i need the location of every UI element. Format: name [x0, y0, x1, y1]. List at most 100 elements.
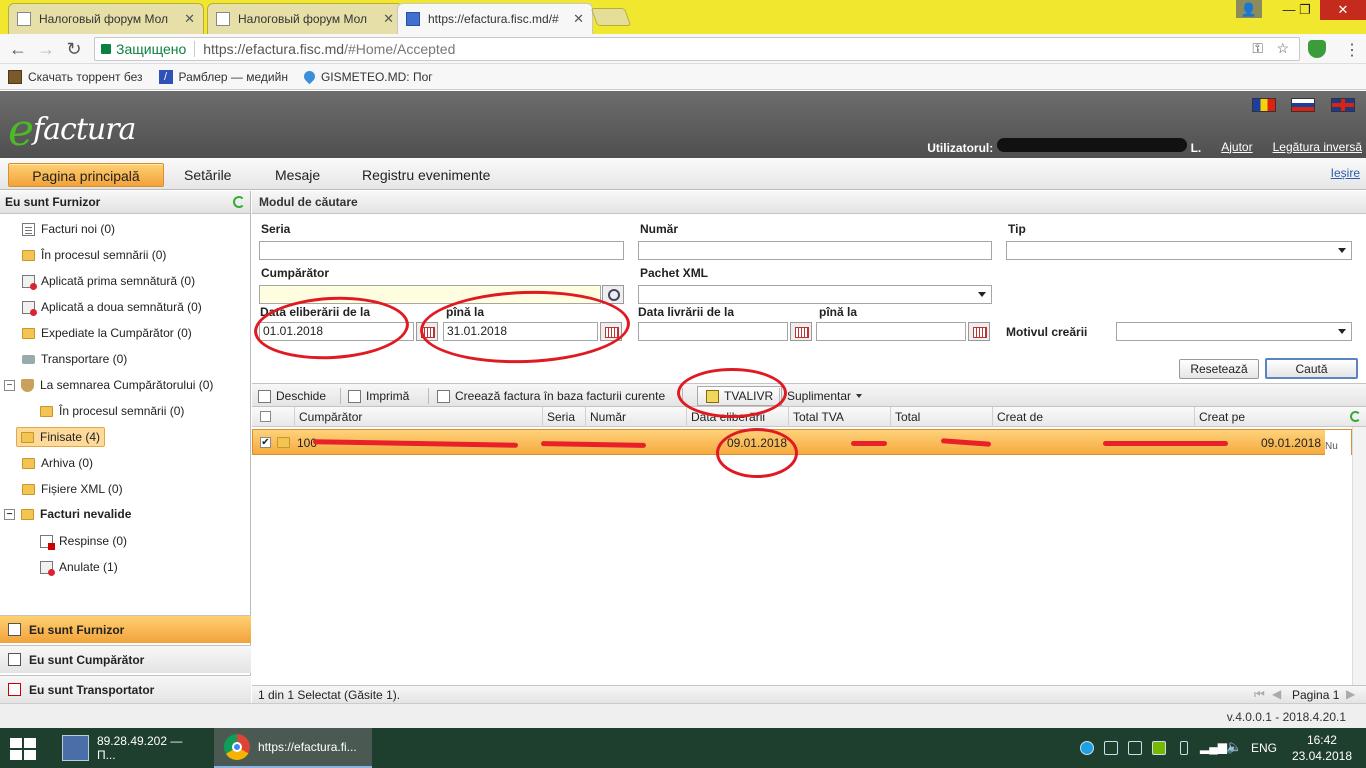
column-header-buyer[interactable]: Cumpărător: [294, 407, 544, 427]
column-header-total-vat[interactable]: Total TVA: [788, 407, 891, 427]
moldova-flag-icon[interactable]: [1252, 98, 1276, 112]
first-page-icon[interactable]: ⏮: [1254, 686, 1265, 703]
signal-icon[interactable]: ▂▄▆: [1200, 740, 1227, 754]
collapse-toggle[interactable]: −: [4, 379, 15, 391]
seria-input[interactable]: [259, 241, 624, 260]
refresh-icon[interactable]: [1350, 411, 1361, 422]
create-based-button[interactable]: Creează factura în baza facturii curente: [437, 387, 665, 405]
back-icon[interactable]: ←: [8, 39, 28, 59]
uk-flag-icon[interactable]: [1331, 98, 1355, 112]
browser-tab-1[interactable]: Налоговый форум Мол ✕: [8, 3, 204, 34]
nvidia-icon[interactable]: [1152, 741, 1166, 755]
new-tab-button[interactable]: [590, 8, 632, 26]
language-indicator[interactable]: ENG: [1251, 741, 1277, 755]
reason-select[interactable]: [1116, 322, 1352, 341]
delivery-date-from-label: Data livrării de la: [638, 305, 735, 319]
chrome-icon: [224, 734, 250, 760]
prev-page-icon[interactable]: ◀: [1272, 686, 1281, 703]
menu-messages[interactable]: Mesaje: [261, 163, 334, 187]
russia-flag-icon[interactable]: [1291, 98, 1315, 112]
menu-settings[interactable]: Setările: [170, 163, 245, 187]
accordion-transporter[interactable]: Eu sunt Transportator: [0, 675, 251, 703]
logout-link[interactable]: Ieșire: [1331, 166, 1360, 180]
sidebar-item-sent-to-buyer[interactable]: Expediate la Cumpărător (0): [22, 323, 192, 343]
menu-home[interactable]: Pagina principală: [8, 163, 164, 187]
sidebar-item-invalid-invoices[interactable]: − Facturi nevalide: [4, 504, 131, 524]
column-header-number[interactable]: Număr: [585, 407, 687, 427]
calendar-icon[interactable]: [968, 322, 990, 341]
sidebar-item-new-invoices[interactable]: Facturi noi (0): [22, 219, 115, 239]
numar-input[interactable]: [638, 241, 992, 260]
bookmark-item[interactable]: GISMETEO.MD: Пог: [296, 68, 441, 85]
sidebar-item-cancelled[interactable]: Anulate (1): [40, 557, 118, 577]
pachet-xml-select[interactable]: [638, 285, 992, 304]
accordion-supplier[interactable]: Eu sunt Furnizor: [0, 615, 251, 643]
rejected-icon: [40, 534, 55, 550]
ie-icon[interactable]: [1080, 741, 1094, 755]
refresh-icon[interactable]: [233, 196, 245, 208]
sidebar-item-first-signature[interactable]: Aplicată prima semnătură (0): [22, 271, 195, 291]
taskbar-chrome[interactable]: https://efactura.fi...: [214, 728, 372, 768]
secure-indicator[interactable]: Защищено: [101, 41, 196, 57]
help-link[interactable]: Ajutor: [1221, 140, 1252, 154]
sidebar-item-buyer-signing[interactable]: − La semnarea Cumpărătorului (0): [4, 375, 213, 395]
sidebar-item-buyer-signing-process[interactable]: În procesul semnării (0): [40, 401, 184, 421]
menu-dots-icon[interactable]: ⋮: [1344, 40, 1360, 60]
delivery-date-to-input[interactable]: [816, 322, 966, 341]
sidebar-item-xml-files[interactable]: Fișiere XML (0): [22, 479, 123, 499]
calendar-icon[interactable]: [790, 322, 812, 341]
sidebar-item-finished[interactable]: Finisate (4): [16, 427, 106, 447]
battery-icon[interactable]: [1180, 741, 1188, 755]
close-icon[interactable]: ✕: [573, 11, 584, 27]
sidebar-item-signing[interactable]: În procesul semnării (0): [22, 245, 166, 265]
pachet-xml-label: Pachet XML: [640, 266, 709, 280]
bookmarks-bar: Скачать торрент без / Рамблер — медийн G…: [0, 64, 1366, 90]
windows-start-icon[interactable]: [10, 738, 38, 760]
sidebar-item-rejected[interactable]: Respinse (0): [40, 531, 127, 551]
bookmark-item[interactable]: / Рамблер — медийн: [151, 69, 296, 84]
sidebar-item-second-signature[interactable]: Aplicată a doua semnătură (0): [22, 297, 202, 317]
collapse-toggle[interactable]: −: [4, 508, 15, 520]
close-icon[interactable]: ✕: [383, 11, 394, 27]
browser-tab-3[interactable]: https://efactura.fisc.md/# ✕: [397, 3, 593, 34]
delivery-date-from-input[interactable]: [638, 322, 788, 341]
next-page-icon[interactable]: ▶: [1346, 686, 1355, 703]
search-button[interactable]: Caută: [1265, 358, 1358, 379]
window-tray-icon[interactable]: [1128, 741, 1142, 755]
taskbar-clock[interactable]: 16:42 23.04.2018: [1292, 732, 1352, 764]
close-window-button[interactable]: ✕: [1320, 0, 1366, 20]
row-checkbox[interactable]: ✔: [260, 437, 271, 448]
table-row[interactable]: ✔ 100 09.01.2018 09.01.2018 Nu: [252, 429, 1352, 456]
open-button[interactable]: Deschide: [258, 387, 326, 405]
menu-event-log[interactable]: Registru evenimente: [348, 163, 504, 187]
adblock-extension-icon[interactable]: [1308, 40, 1326, 58]
select-all-checkbox[interactable]: [260, 411, 271, 422]
browser-tab-2[interactable]: Налоговый форум Мол ✕: [207, 3, 403, 34]
secure-label: Защищено: [116, 41, 187, 57]
extra-menu-button[interactable]: Suplimentar: [787, 387, 863, 405]
column-header-total[interactable]: Total: [890, 407, 993, 427]
print-button[interactable]: Imprimă: [348, 387, 409, 405]
bookmark-item[interactable]: Скачать торрент без: [0, 69, 151, 84]
star-icon[interactable]: ☆: [1276, 40, 1289, 57]
column-header-created-on[interactable]: Creat pe: [1194, 407, 1324, 427]
address-bar[interactable]: Защищено https://efactura.fisc.md /#Home…: [94, 37, 1300, 61]
reload-icon[interactable]: ↻: [64, 39, 84, 59]
accordion-buyer[interactable]: Eu sunt Cumpărător: [0, 645, 251, 673]
grid-scrollbar[interactable]: [1352, 427, 1366, 685]
column-header-series[interactable]: Seria: [542, 407, 586, 427]
reset-button[interactable]: Resetează: [1179, 359, 1259, 379]
column-header-created-by[interactable]: Creat de: [992, 407, 1195, 427]
tip-select[interactable]: [1006, 241, 1352, 260]
close-icon[interactable]: ✕: [184, 11, 195, 27]
maximize-button[interactable]: ❐: [1290, 0, 1320, 20]
feedback-link[interactable]: Legătura inversă: [1273, 140, 1362, 154]
user-profile-icon[interactable]: 👤: [1236, 0, 1262, 18]
taskbar-remote-desktop[interactable]: 89.28.49.202 — П...: [52, 728, 210, 768]
network-tray-icon[interactable]: [1104, 741, 1118, 755]
volume-icon[interactable]: 🔈: [1226, 739, 1242, 755]
key-icon[interactable]: ⚿: [1252, 40, 1263, 57]
forward-icon[interactable]: →: [36, 39, 56, 59]
sidebar-item-archive[interactable]: Arhiva (0): [22, 453, 93, 473]
sidebar-item-transport[interactable]: Transportare (0): [22, 349, 127, 369]
